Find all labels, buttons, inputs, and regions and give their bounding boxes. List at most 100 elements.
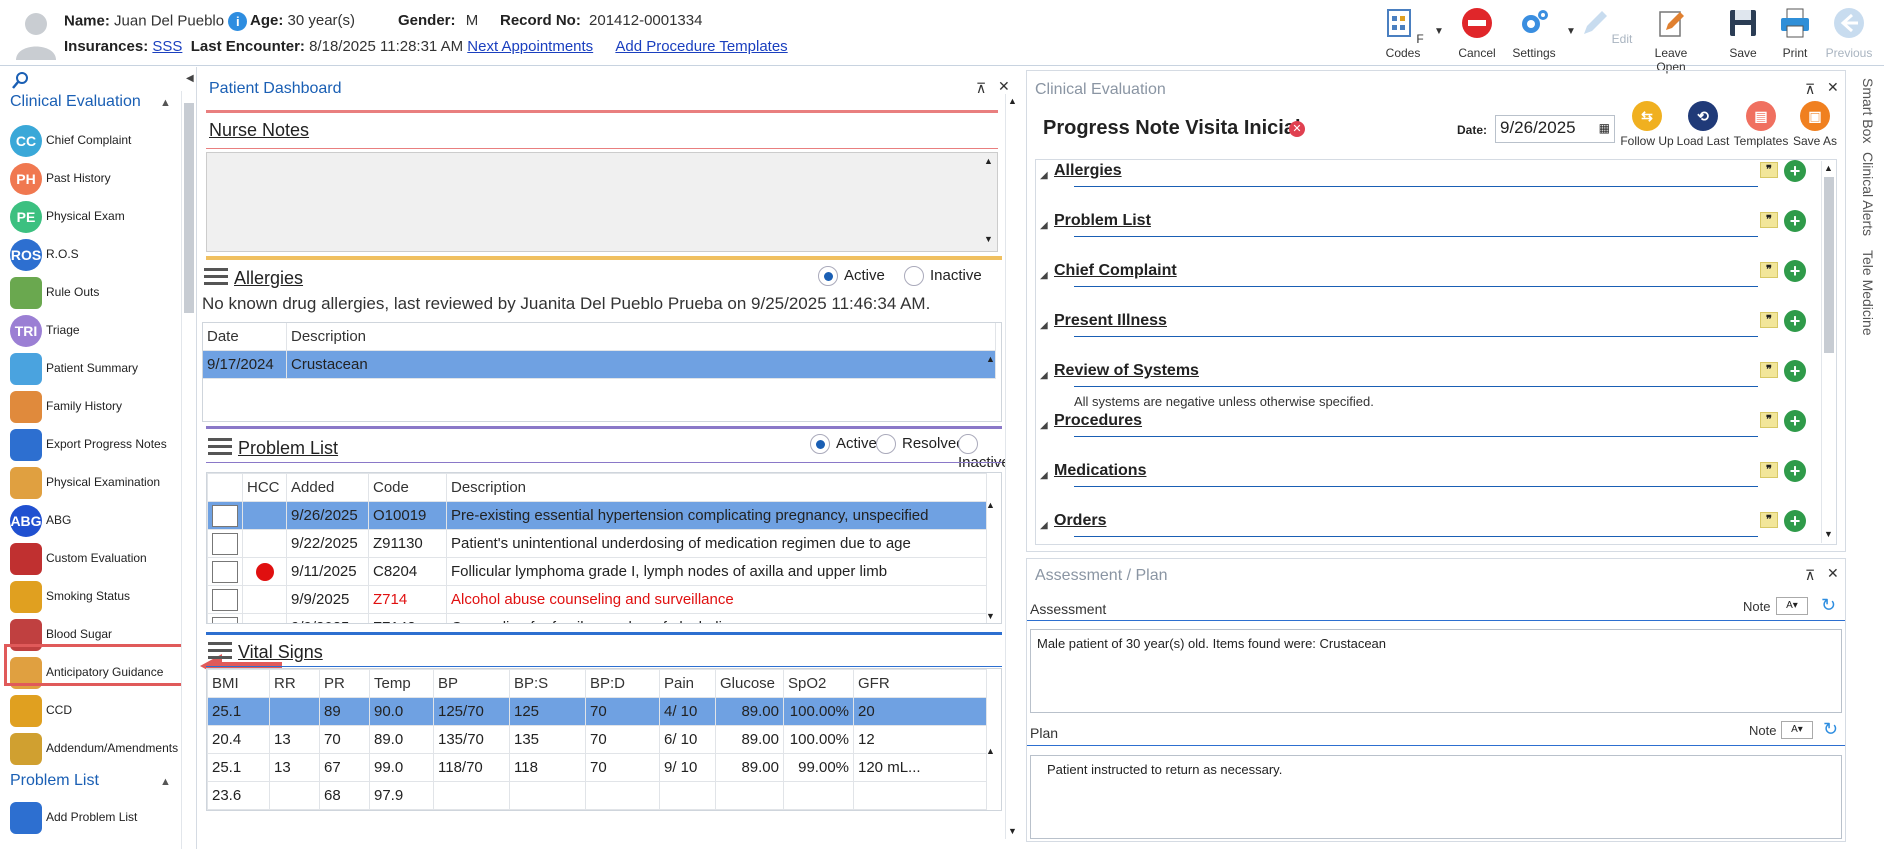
assessment-textarea[interactable]: Male patient of 30 year(s) old. Items fo…	[1030, 629, 1842, 713]
allergies-active-radio[interactable]: Active	[818, 266, 885, 286]
clinical-section[interactable]: ◢ Orders ❞ +	[1040, 510, 1818, 560]
quote-note-icon[interactable]: ❞	[1760, 462, 1778, 478]
nav-section-problem-list[interactable]: Problem List ▲	[10, 772, 171, 790]
table-row[interactable]: 9/26/2025 O10019 Pre-existing essential hy…	[207, 501, 987, 530]
nurse-notes-scroll-down[interactable]: ▼	[984, 234, 993, 244]
column-header[interactable]: Glucose	[715, 669, 784, 698]
calendar-icon[interactable]: ▦	[1599, 121, 1610, 135]
plan-textarea[interactable]: Patient instructed to return as necessar…	[1030, 755, 1842, 839]
column-header[interactable]: GFR	[853, 669, 987, 698]
table-row[interactable]: 9/9/2025 Z714 Alcohol abuse counseling and…	[207, 585, 987, 614]
row-checkbox-cell[interactable]	[207, 529, 243, 558]
nav-scroll-thumb[interactable]	[184, 103, 194, 313]
radio-circle[interactable]	[958, 434, 978, 454]
table-row[interactable]: 9/9/2025Z7142Counseling for family membe…	[207, 613, 987, 623]
clinical-scrollbar[interactable]: ▲ ▼	[1821, 161, 1835, 543]
smart-box-tab[interactable]: Smart Box	[1860, 78, 1876, 143]
print-button[interactable]: Print	[1766, 6, 1824, 62]
nav-item[interactable]: Rule Outs	[10, 275, 192, 309]
expand-triangle-icon[interactable]: ◢	[1040, 370, 1048, 381]
row-checkbox[interactable]	[212, 532, 238, 555]
row-checkbox-cell[interactable]	[207, 557, 243, 586]
nav-item[interactable]: Custom Evaluation	[10, 541, 192, 575]
expand-triangle-icon[interactable]: ◢	[1040, 320, 1048, 331]
nav-item[interactable]: Physical Examination	[10, 465, 192, 499]
problem-scroll-up[interactable]: ▲	[986, 500, 995, 510]
quote-note-icon[interactable]: ❞	[1760, 162, 1778, 178]
nav-item[interactable]: Patient Summary	[10, 351, 192, 385]
edit-button[interactable]: Edit	[1576, 6, 1634, 62]
clinical-scroll-down[interactable]: ▼	[1824, 529, 1833, 539]
settings-dropdown-icon[interactable]: ▼	[1566, 26, 1576, 37]
quote-note-icon[interactable]: ❞	[1760, 312, 1778, 328]
vitals-scroll-up[interactable]: ▲	[986, 746, 995, 756]
nav-item-add-problem-list[interactable]: Add Problem List	[10, 800, 192, 834]
row-checkbox[interactable]	[212, 560, 238, 583]
close-icon[interactable]: ✕	[1827, 79, 1839, 96]
nav-scrollbar[interactable]	[181, 91, 196, 849]
quote-note-icon[interactable]: ❞	[1760, 512, 1778, 528]
allergies-scroll-up[interactable]: ▲	[986, 354, 995, 364]
row-checkbox-cell[interactable]	[207, 613, 243, 623]
clinical-scroll-up[interactable]: ▲	[1824, 163, 1833, 173]
radio-circle[interactable]	[876, 434, 896, 454]
plan-format-dropdown[interactable]: A▾	[1781, 721, 1813, 739]
column-header[interactable]: Pain	[659, 669, 716, 698]
save-button[interactable]: Save	[1714, 6, 1772, 62]
fcodes-button[interactable]: F Codes	[1374, 6, 1432, 62]
problem-scroll-down[interactable]: ▼	[986, 611, 995, 621]
add-icon[interactable]: +	[1784, 260, 1806, 282]
quote-note-icon[interactable]: ❞	[1760, 212, 1778, 228]
pin-icon[interactable]: ⊼	[1805, 567, 1815, 584]
table-row[interactable]: 20.4 13 70 89.0 135/70 135 70 6/ 10 89.00 100.00%…	[207, 725, 987, 754]
collapse-nav-icon[interactable]: ◀	[186, 73, 194, 84]
clinical-section[interactable]: ◢ Present Illness ❞ +	[1040, 310, 1818, 360]
clinical-section[interactable]: ◢ Problem List ❞ +	[1040, 210, 1818, 260]
column-header[interactable]: BMI	[207, 669, 270, 698]
problem-menu-icon[interactable]	[208, 438, 232, 456]
assessment-refresh-icon[interactable]: ↻	[1821, 595, 1836, 616]
pin-icon[interactable]: ⊼	[1805, 81, 1815, 98]
settings-button[interactable]: Settings	[1505, 6, 1563, 62]
clinical-section[interactable]: ◢ Procedures ❞ +	[1040, 410, 1818, 460]
search-icon[interactable]	[10, 71, 30, 91]
vitals-menu-icon[interactable]	[208, 642, 232, 660]
clinical-alerts-tab[interactable]: Clinical Alerts	[1860, 152, 1876, 236]
radio-circle[interactable]	[810, 434, 830, 454]
nav-item[interactable]: CC Chief Complaint	[10, 123, 192, 157]
close-icon[interactable]: ✕	[1827, 565, 1839, 582]
add-icon[interactable]: +	[1784, 460, 1806, 482]
previous-button[interactable]: Previous	[1820, 6, 1878, 62]
row-checkbox[interactable]	[212, 616, 238, 623]
clinical-section[interactable]: ◢ Allergies ❞ +	[1040, 160, 1818, 210]
table-row[interactable]: 9/11/2025 C8204 Follicular lymphoma grade …	[207, 557, 987, 586]
add-icon[interactable]: +	[1784, 310, 1806, 332]
table-row[interactable]: 9/22/2025 Z91130 Patient's unintentional u…	[207, 529, 987, 558]
table-row[interactable]: 25.1 13 67 99.0 118/70 118 70 9/ 10 89.00 99.00% 1…	[207, 753, 987, 782]
clinical-section[interactable]: ◢ Review of Systems ❞ + All systems are nega…	[1040, 360, 1818, 410]
next-appointments-link[interactable]: Next Appointments	[467, 38, 593, 55]
problem-active-radio[interactable]: Active	[810, 434, 877, 454]
column-header[interactable]: Description	[446, 473, 987, 502]
expand-triangle-icon[interactable]: ◢	[1040, 270, 1048, 281]
fcodes-dropdown-icon[interactable]: ▼	[1434, 26, 1444, 37]
expand-triangle-icon[interactable]: ◢	[1040, 420, 1048, 431]
column-header[interactable]: PR	[319, 669, 370, 698]
load-last-button[interactable]: ⟲ Load Last	[1675, 101, 1731, 148]
date-input[interactable]: 9/26/2025 ▦	[1495, 115, 1615, 143]
leave-open-button[interactable]: Leave Open	[1642, 6, 1700, 74]
nav-item[interactable]: ROS R.O.S	[10, 237, 192, 271]
radio-circle[interactable]	[818, 266, 838, 286]
follow-up-button[interactable]: ⇆ Follow Up	[1619, 101, 1675, 148]
remove-note-icon[interactable]: ✕	[1289, 121, 1305, 137]
save-as-button[interactable]: ▣ Save As	[1787, 101, 1843, 148]
expand-triangle-icon[interactable]: ◢	[1040, 170, 1048, 181]
clinical-section[interactable]: ◢ Medications ❞ +	[1040, 460, 1818, 510]
column-header[interactable]: Code	[368, 473, 447, 502]
quote-note-icon[interactable]: ❞	[1760, 262, 1778, 278]
pin-icon[interactable]: ⊼	[976, 80, 986, 97]
templates-button[interactable]: ▤ Templates	[1733, 101, 1789, 148]
nav-item[interactable]: PE Physical Exam	[10, 199, 192, 233]
dashboard-scroll-up[interactable]: ▲	[1008, 96, 1017, 106]
nurse-notes-box[interactable]	[206, 152, 998, 252]
